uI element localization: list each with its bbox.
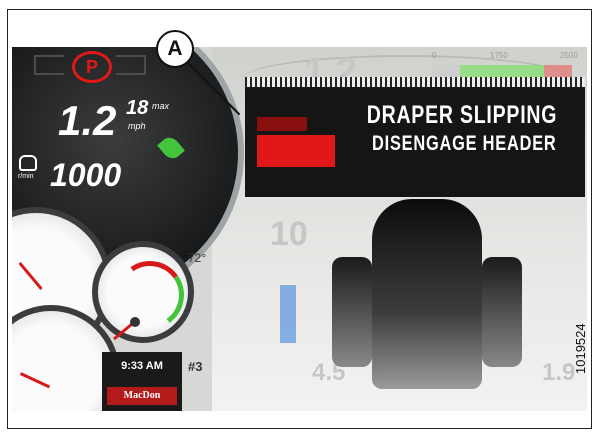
header-cutterbar-icon <box>245 77 585 87</box>
callout-a: A <box>156 30 194 68</box>
rpm-unit-label: r/min <box>18 173 34 180</box>
right-wheel-icon <box>482 257 522 367</box>
right-turn-signal-icon <box>116 55 146 75</box>
scale-label-max: 2500 <box>560 51 578 60</box>
macdon-logo: MacDon <box>107 387 177 405</box>
scale-label-min: 0 <box>432 51 437 60</box>
figure-id: 1019524 <box>573 323 588 374</box>
ambient-temperature: 72° <box>188 251 207 265</box>
warning-line-1: DRAPER SLIPPING <box>366 101 557 129</box>
speed-unit-label: mph <box>128 121 146 131</box>
engine-rpm-icon <box>19 155 37 171</box>
clock-time: 9:33 AM <box>121 360 163 372</box>
draper-slip-indicator <box>257 135 335 167</box>
gear-indicator: #3 <box>188 359 203 374</box>
background-reel-readout: 10 <box>270 215 308 253</box>
tractor-silhouette-icon <box>372 199 482 389</box>
engine-rpm-value: 1000 <box>50 157 122 193</box>
background-right-readout: 1.9 <box>542 359 576 386</box>
left-turn-signal-icon <box>34 55 64 75</box>
display-screen: 0 1750 2500 1.2 10 4.5 1.9 DRAPER SLIPPI… <box>12 47 587 411</box>
draper-dark-indicator <box>257 117 307 131</box>
warning-line-2: DISENGAGE HEADER <box>372 132 557 155</box>
header-warning-panel: DRAPER SLIPPING DISENGAGE HEADER <box>245 77 585 197</box>
speed-max-value: 18 <box>126 97 149 119</box>
ground-speed-value: 1.2 <box>58 97 117 144</box>
left-wheel-icon <box>332 257 372 367</box>
left-level-bar <box>280 285 296 343</box>
speed-max-label: max <box>152 101 170 111</box>
temperature-gauge-hub <box>130 317 140 327</box>
parking-brake-icon: P <box>72 51 112 83</box>
scale-label-mid: 1750 <box>490 51 508 60</box>
